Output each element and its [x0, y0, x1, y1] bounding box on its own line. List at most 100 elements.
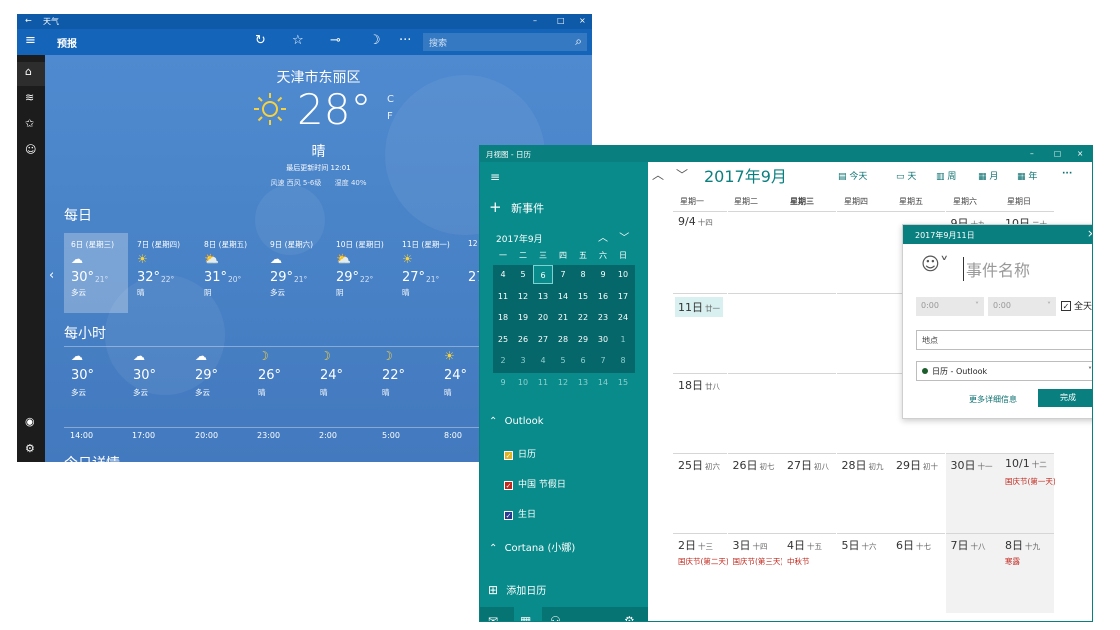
- current-month[interactable]: 2017年9月: [704, 163, 787, 187]
- day-cell[interactable]: 29日 初十: [891, 453, 945, 533]
- mail-icon[interactable]: ✉: [488, 614, 498, 621]
- maximize-icon[interactable]: □: [1054, 149, 1061, 158]
- day-cell[interactable]: [836, 293, 891, 373]
- done-button[interactable]: 完成: [1038, 389, 1092, 407]
- day-cell[interactable]: [836, 373, 891, 453]
- mini-day[interactable]: 21: [553, 308, 573, 328]
- refresh-icon[interactable]: ↻: [255, 33, 266, 48]
- calendar-checkbox[interactable]: ✓ 中国 节假日: [504, 477, 566, 490]
- cortana-group[interactable]: ⌃ Cortana (小娜): [489, 539, 575, 554]
- settings-icon[interactable]: ⚙: [624, 614, 635, 621]
- day-cell[interactable]: 18日 廿八: [673, 373, 727, 453]
- start-time-select[interactable]: 0:00 ˅: [916, 297, 984, 316]
- daily-card[interactable]: 10日 (星期日) ⛅ 29° 22° 阴: [329, 233, 393, 313]
- calendar-icon[interactable]: ▦: [520, 614, 531, 621]
- month-view-button[interactable]: ▦ 月: [978, 169, 998, 182]
- mini-day[interactable]: 5: [553, 351, 573, 370]
- day-cell[interactable]: 5日 十六: [836, 533, 891, 613]
- holiday-label[interactable]: 国庆节(第一天): [1005, 476, 1055, 487]
- mini-day[interactable]: 22: [573, 308, 593, 328]
- mini-day[interactable]: 24: [613, 308, 633, 328]
- holiday-label[interactable]: 寒露: [1005, 556, 1055, 567]
- minimize-icon[interactable]: –: [1030, 149, 1034, 158]
- mini-day[interactable]: 6: [533, 265, 553, 284]
- mini-day[interactable]: 8: [613, 351, 633, 370]
- mini-day[interactable]: 11: [493, 286, 513, 306]
- mini-day[interactable]: 12: [513, 286, 533, 306]
- close-icon[interactable]: ×: [1077, 149, 1083, 158]
- day-cell[interactable]: [836, 211, 891, 293]
- mini-day[interactable]: 7: [553, 265, 573, 284]
- mini-day[interactable]: 6: [573, 351, 593, 370]
- minimize-icon[interactable]: –: [533, 16, 537, 25]
- mini-day[interactable]: 11: [533, 373, 553, 392]
- day-view-button[interactable]: ▭ 天: [896, 169, 916, 182]
- mini-day[interactable]: 3: [513, 351, 533, 370]
- week-view-button[interactable]: ▥ 周: [936, 169, 956, 182]
- daily-card[interactable]: 6日 (星期三) ☁ 30° 21° 多云: [64, 233, 128, 313]
- mini-day[interactable]: 27: [533, 329, 553, 349]
- star-icon[interactable]: ✩: [25, 117, 34, 130]
- day-cell[interactable]: 27日 初八: [782, 453, 836, 533]
- mini-day[interactable]: 28: [553, 329, 573, 349]
- mini-day[interactable]: 13: [533, 286, 553, 306]
- mini-day[interactable]: 4: [493, 265, 513, 284]
- day-cell[interactable]: [782, 373, 836, 453]
- mini-day[interactable]: 29: [573, 329, 593, 349]
- day-cell[interactable]: 9/4 十四: [673, 211, 727, 293]
- unit-switch[interactable]: C F: [387, 91, 394, 125]
- close-icon[interactable]: ×: [579, 16, 586, 25]
- day-cell[interactable]: 7日 十八: [945, 533, 1000, 613]
- smile-icon[interactable]: ☺: [25, 143, 36, 156]
- hamburger-icon[interactable]: ≡: [490, 170, 500, 184]
- mini-day[interactable]: 4: [533, 351, 553, 370]
- mini-next-icon[interactable]: ﹀: [619, 233, 629, 244]
- unit-fahrenheit[interactable]: F: [387, 108, 394, 125]
- day-cell[interactable]: 26日 初七: [727, 453, 782, 533]
- avatar-icon[interactable]: ◉: [25, 415, 35, 428]
- pin-icon[interactable]: ⊸: [330, 33, 341, 48]
- mini-day[interactable]: 1: [613, 330, 633, 349]
- all-day-checkbox[interactable]: ✓ 全天: [1061, 299, 1092, 312]
- daily-card[interactable]: 7日 (星期四) ☀ 32° 22° 晴: [130, 233, 194, 313]
- holiday-label[interactable]: 国庆节(第二天): [678, 556, 728, 567]
- back-icon[interactable]: ←: [25, 16, 32, 25]
- mini-day[interactable]: 23: [593, 308, 613, 328]
- day-cell[interactable]: [782, 211, 836, 293]
- mini-prev-icon[interactable]: ︿: [598, 233, 608, 244]
- holiday-label[interactable]: 中秋节: [787, 556, 837, 567]
- day-cell[interactable]: [782, 293, 836, 373]
- day-cell[interactable]: 6日 十七: [891, 533, 945, 613]
- people-icon[interactable]: ⚇: [550, 614, 561, 621]
- day-cell[interactable]: [727, 373, 782, 453]
- year-view-button[interactable]: ▦ 年: [1017, 169, 1037, 182]
- mini-day[interactable]: 26: [513, 329, 533, 349]
- hamburger-icon[interactable]: ≡: [25, 33, 36, 48]
- mini-day[interactable]: 20: [533, 308, 553, 328]
- event-name-input[interactable]: 事件名称: [963, 257, 1030, 281]
- day-cell[interactable]: 8日 十九 寒露: [1000, 533, 1054, 613]
- calendar-checkbox[interactable]: ✓ 生日: [504, 507, 536, 520]
- mini-day[interactable]: 16: [593, 286, 613, 306]
- mini-day[interactable]: 12: [553, 373, 573, 392]
- mini-day[interactable]: 18: [493, 308, 513, 328]
- mini-day[interactable]: 30: [593, 329, 613, 349]
- more-icon[interactable]: ···: [399, 33, 411, 48]
- daily-card[interactable]: 8日 (星期五) ⛅ 31° 20° 阴: [197, 233, 261, 313]
- day-cell[interactable]: 10/1 十二 国庆节(第一天): [1000, 453, 1055, 533]
- favorite-icon[interactable]: ☆: [292, 33, 304, 48]
- settings-icon[interactable]: ⚙: [25, 442, 35, 455]
- daily-card[interactable]: 9日 (星期六) ☁ 29° 21° 多云: [263, 233, 327, 313]
- mini-day[interactable]: 7: [593, 351, 613, 370]
- day-cell[interactable]: 28日 初九: [836, 453, 891, 533]
- mini-day[interactable]: 25: [493, 329, 513, 349]
- maximize-icon[interactable]: □: [557, 16, 565, 25]
- search-input[interactable]: 搜索 ⌕: [423, 33, 587, 51]
- day-cell[interactable]: [727, 293, 782, 373]
- calendar-select[interactable]: 日历 - Outlook ˅: [916, 361, 1092, 381]
- mini-day[interactable]: 10: [513, 373, 533, 392]
- mini-day[interactable]: 9: [593, 265, 613, 284]
- end-time-select[interactable]: 0:00 ˅: [988, 297, 1056, 316]
- day-cell[interactable]: 2日 十三 国庆节(第二天): [673, 533, 728, 613]
- mini-day[interactable]: 10: [613, 265, 633, 284]
